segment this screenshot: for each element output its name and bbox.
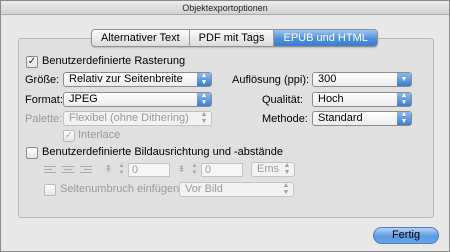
checkmark-icon: ✓	[64, 130, 74, 141]
interlace-checkbox[interactable]: ✓	[63, 130, 75, 142]
updown-arrows-icon: ▲ ▼	[197, 93, 211, 106]
checkmark-icon: ✓	[27, 56, 37, 67]
pagebreak-label: Seitenumbruch einfügen:	[60, 183, 183, 195]
updown-arrows-icon: ▲ ▼	[283, 162, 291, 176]
custom-rasterization-label: Benutzerdefinierte Rasterung	[42, 55, 186, 67]
stepper-arrows-icon[interactable]: ▲ ▼	[190, 163, 199, 177]
format-value: JPEG	[69, 93, 98, 105]
dialog-window: Objektexportoptionen Alternativer Text P…	[0, 0, 450, 252]
size-label: Größe:	[25, 74, 60, 86]
pagebreak-popup[interactable]: Vor Bild ▲ ▼	[179, 182, 294, 197]
align-left-icon[interactable]	[44, 164, 58, 176]
resolution-label: Auflösung (ppi):	[232, 74, 310, 86]
size-value: Relativ zur Seitenbreite	[69, 73, 183, 85]
tab-bar: Alternativer Text PDF mit Tags EPUB und …	[91, 29, 378, 47]
unit-popup[interactable]: Ems ▲ ▼	[251, 162, 295, 177]
done-button[interactable]: Fertig	[373, 227, 439, 244]
align-center-icon[interactable]	[62, 164, 76, 176]
updown-arrows-icon: ▲ ▼	[197, 73, 211, 86]
space-before-icon: ⇞	[104, 164, 113, 175]
space-after-field[interactable]: 0	[201, 163, 243, 177]
palette-label: Palette:	[25, 113, 63, 125]
updown-arrows-icon: ▲ ▼	[397, 93, 411, 106]
quality-value: Hoch	[318, 93, 344, 105]
pagebreak-value: Vor Bild	[185, 183, 223, 195]
palette-value: Flexibel (ohne Dithering)	[69, 112, 189, 124]
resolution-value: 300	[318, 73, 337, 85]
tab-pdf-mit-tags[interactable]: PDF mit Tags	[189, 30, 275, 46]
updown-arrows-icon: ▲ ▼	[200, 111, 208, 125]
pagebreak-checkbox[interactable]	[44, 184, 56, 196]
custom-rasterization-checkbox[interactable]: ✓	[26, 56, 38, 68]
format-label: Format:	[25, 94, 63, 106]
palette-popup[interactable]: Flexibel (ohne Dithering) ▲ ▼	[63, 111, 212, 126]
chevron-down-icon: ▼	[397, 73, 411, 86]
align-right-icon[interactable]	[80, 164, 94, 176]
custom-alignment-checkbox[interactable]	[26, 147, 38, 159]
custom-alignment-label: Benutzerdefinierte Bildausrichtung und -…	[42, 146, 283, 158]
updown-arrows-icon: ▲ ▼	[397, 112, 411, 125]
method-value: Standard	[318, 112, 363, 124]
window-title: Objektexportoptionen	[1, 1, 449, 15]
quality-popup[interactable]: Hoch ▲ ▼	[312, 92, 412, 107]
method-popup[interactable]: Standard ▲ ▼	[312, 111, 412, 126]
space-after-icon: ⇟	[177, 164, 186, 175]
resolution-combo[interactable]: 300 ▼	[312, 72, 412, 87]
space-before-field[interactable]: 0	[128, 163, 170, 177]
updown-arrows-icon: ▲ ▼	[282, 182, 290, 196]
tab-epub-und-html[interactable]: EPUB und HTML	[274, 30, 377, 46]
method-label: Methode:	[262, 113, 308, 125]
interlace-label: Interlace	[78, 129, 121, 141]
unit-value: Ems	[257, 163, 279, 175]
tab-alternativer-text[interactable]: Alternativer Text	[92, 30, 190, 46]
size-popup[interactable]: Relativ zur Seitenbreite ▲ ▼	[63, 72, 212, 87]
quality-label: Qualität:	[262, 94, 303, 106]
stepper-arrows-icon[interactable]: ▲ ▼	[117, 163, 126, 177]
format-popup[interactable]: JPEG ▲ ▼	[63, 92, 212, 107]
